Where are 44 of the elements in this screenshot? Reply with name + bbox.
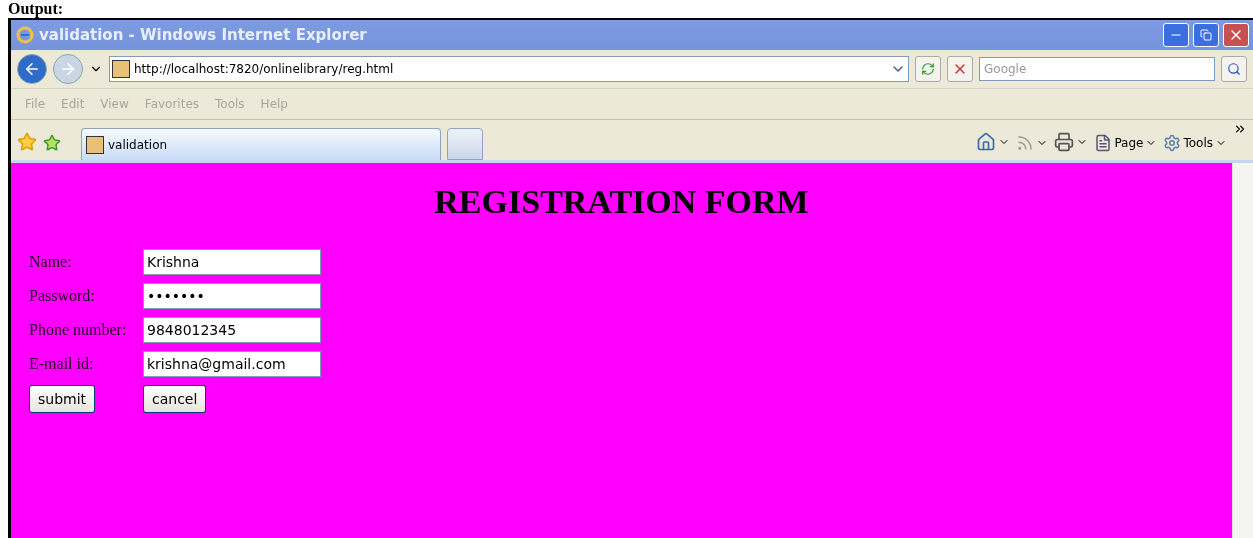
form-button[interactable]: submit — [29, 385, 96, 413]
command-label[interactable]: Tools — [1183, 136, 1213, 150]
address-field[interactable]: http://localhost:7820/onlinelibrary/reg.html — [109, 56, 909, 82]
input-field[interactable]: 9848012345 — [143, 317, 321, 343]
forward-button[interactable] — [53, 54, 83, 84]
page-icon[interactable] — [1094, 134, 1113, 152]
more-icon[interactable] — [1233, 122, 1247, 136]
input-field[interactable]: ••••••• — [143, 283, 321, 309]
input-field[interactable]: krishna@gmail.com — [143, 351, 321, 377]
tab-favicon-icon — [86, 135, 104, 154]
feed-icon[interactable] — [1016, 134, 1035, 152]
refresh-button[interactable] — [915, 56, 941, 82]
search-icon — [1227, 62, 1241, 76]
search-field[interactable]: Google — [979, 57, 1215, 81]
stop-button[interactable] — [947, 56, 973, 82]
printer-icon[interactable] — [1054, 132, 1075, 152]
page-favicon-icon — [112, 60, 130, 78]
url-text: http://localhost:7820/onlinelibrary/reg.html — [134, 62, 395, 76]
command-label[interactable]: Page — [1114, 136, 1144, 150]
minimize-button[interactable] — [1163, 23, 1189, 47]
browser-logo-icon — [15, 25, 35, 45]
close-button[interactable] — [1223, 23, 1249, 47]
new-tab-button[interactable] — [447, 128, 483, 160]
form-heading: REGISTRATION FORM — [433, 183, 810, 221]
scrollbar[interactable] — [1232, 163, 1253, 538]
restore-button[interactable] — [1193, 23, 1219, 47]
window-title: validation - Windows Internet Explorer — [39, 26, 368, 44]
gear-icon[interactable] — [1163, 134, 1182, 152]
search-button[interactable] — [1221, 56, 1247, 82]
back-button[interactable] — [17, 54, 47, 84]
field-label: Password: — [29, 287, 96, 305]
forward-arrow-icon — [59, 60, 77, 78]
field-label: E-mail id: — [29, 355, 95, 373]
field-label: Name: — [29, 253, 73, 271]
field-label: Phone number: — [29, 321, 128, 339]
add-favorite-icon[interactable] — [43, 134, 61, 152]
refresh-icon — [921, 62, 935, 76]
output-caption: Output: — [7, 0, 65, 18]
restore-icon — [1200, 29, 1212, 41]
home-icon[interactable] — [976, 132, 997, 152]
browser-tab[interactable]: validation — [81, 128, 441, 160]
form-button[interactable]: cancel — [143, 385, 207, 413]
input-field[interactable]: Krishna — [143, 249, 321, 275]
favorites-star-icon[interactable] — [17, 132, 37, 152]
